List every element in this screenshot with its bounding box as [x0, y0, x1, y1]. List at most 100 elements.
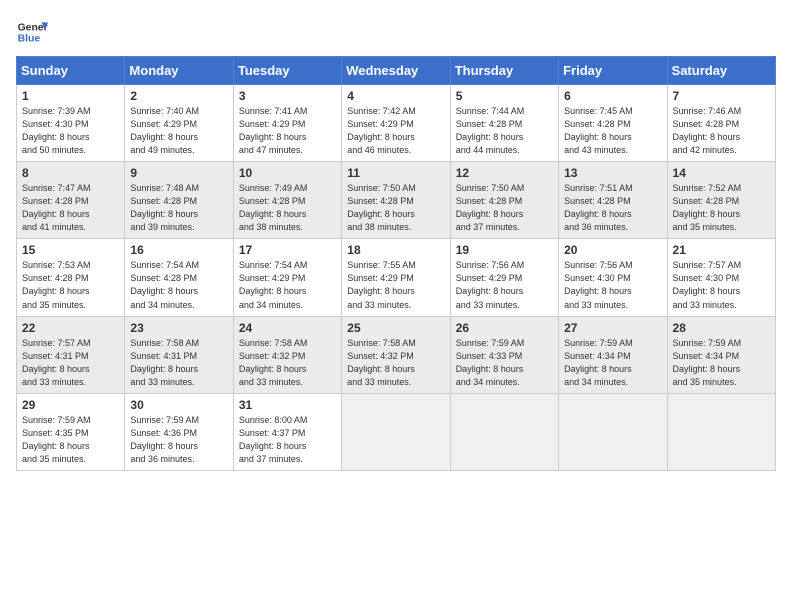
calendar-cell: 25Sunrise: 7:58 AM Sunset: 4:32 PM Dayli… [342, 316, 450, 393]
day-info: Sunrise: 7:50 AM Sunset: 4:28 PM Dayligh… [347, 182, 444, 234]
day-number: 29 [22, 398, 119, 412]
calendar-week-row: 22 Sunrise: 7:57 AM Sunset: 4:31 PM Dayli… [17, 316, 776, 393]
calendar-cell: 9Sunrise: 7:48 AM Sunset: 4:28 PM Daylig… [125, 162, 233, 239]
calendar-cell: 11 Sunrise: 7:50 AM Sunset: 4:28 PM Dayli… [342, 162, 450, 239]
day-info: Sunrise: 7:56 AM Sunset: 4:30 PM Dayligh… [564, 259, 661, 311]
calendar-week-row: 29Sunrise: 7:59 AM Sunset: 4:35 PM Dayli… [17, 393, 776, 470]
day-number: 16 [130, 243, 227, 257]
calendar: SundayMondayTuesdayWednesdayThursdayFrid… [16, 56, 776, 471]
calendar-cell: 24 Sunrise: 7:58 AM Sunset: 4:32 PM Dayli… [233, 316, 341, 393]
day-info: Sunrise: 7:41 AM Sunset: 4:29 PM Dayligh… [239, 105, 336, 157]
day-number: 28 [673, 321, 770, 335]
calendar-cell: 10Sunrise: 7:49 AM Sunset: 4:28 PM Dayli… [233, 162, 341, 239]
day-number: 7 [673, 89, 770, 103]
day-header-tuesday: Tuesday [233, 57, 341, 85]
day-info: Sunrise: 7:53 AM Sunset: 4:28 PM Dayligh… [22, 259, 119, 311]
calendar-cell: 27 Sunrise: 7:59 AM Sunset: 4:34 PM Dayli… [559, 316, 667, 393]
calendar-cell: 7Sunrise: 7:46 AM Sunset: 4:28 PM Daylig… [667, 85, 775, 162]
calendar-cell: 4 Sunrise: 7:42 AM Sunset: 4:29 PM Daylig… [342, 85, 450, 162]
day-info: Sunrise: 7:42 AM Sunset: 4:29 PM Dayligh… [347, 105, 444, 157]
calendar-cell: 14 Sunrise: 7:52 AM Sunset: 4:28 PM Dayli… [667, 162, 775, 239]
day-number: 26 [456, 321, 553, 335]
day-info: Sunrise: 7:56 AM Sunset: 4:29 PM Dayligh… [456, 259, 553, 311]
calendar-cell: 31 Sunrise: 8:00 AM Sunset: 4:37 PM Dayli… [233, 393, 341, 470]
day-header-monday: Monday [125, 57, 233, 85]
calendar-header-row: SundayMondayTuesdayWednesdayThursdayFrid… [17, 57, 776, 85]
day-number: 12 [456, 166, 553, 180]
calendar-cell: 20 Sunrise: 7:56 AM Sunset: 4:30 PM Dayli… [559, 239, 667, 316]
day-info: Sunrise: 7:40 AM Sunset: 4:29 PM Dayligh… [130, 105, 227, 157]
day-info: Sunrise: 7:50 AM Sunset: 4:28 PM Dayligh… [456, 182, 553, 234]
day-info: Sunrise: 7:49 AM Sunset: 4:28 PM Dayligh… [239, 182, 336, 234]
day-number: 11 [347, 166, 444, 180]
day-number: 27 [564, 321, 661, 335]
day-number: 21 [673, 243, 770, 257]
logo-icon: General Blue [16, 16, 48, 48]
day-number: 17 [239, 243, 336, 257]
day-number: 24 [239, 321, 336, 335]
calendar-cell: 21 Sunrise: 7:57 AM Sunset: 4:30 PM Dayli… [667, 239, 775, 316]
day-info: Sunrise: 7:45 AM Sunset: 4:28 PM Dayligh… [564, 105, 661, 157]
day-info: Sunrise: 7:44 AM Sunset: 4:28 PM Dayligh… [456, 105, 553, 157]
calendar-cell: 18 Sunrise: 7:55 AM Sunset: 4:29 PM Dayli… [342, 239, 450, 316]
day-number: 18 [347, 243, 444, 257]
day-info: Sunrise: 7:52 AM Sunset: 4:28 PM Dayligh… [673, 182, 770, 234]
calendar-cell: 2 Sunrise: 7:40 AM Sunset: 4:29 PM Daylig… [125, 85, 233, 162]
calendar-cell: 8 Sunrise: 7:47 AM Sunset: 4:28 PM Daylig… [17, 162, 125, 239]
day-info: Sunrise: 7:59 AM Sunset: 4:34 PM Dayligh… [564, 337, 661, 389]
calendar-cell [342, 393, 450, 470]
day-number: 19 [456, 243, 553, 257]
calendar-week-row: 1Sunrise: 7:39 AM Sunset: 4:30 PM Daylig… [17, 85, 776, 162]
day-info: Sunrise: 7:59 AM Sunset: 4:33 PM Dayligh… [456, 337, 553, 389]
calendar-week-row: 15 Sunrise: 7:53 AM Sunset: 4:28 PM Dayli… [17, 239, 776, 316]
day-header-friday: Friday [559, 57, 667, 85]
calendar-cell: 15 Sunrise: 7:53 AM Sunset: 4:28 PM Dayli… [17, 239, 125, 316]
day-header-wednesday: Wednesday [342, 57, 450, 85]
svg-text:Blue: Blue [18, 34, 41, 45]
day-number: 5 [456, 89, 553, 103]
day-number: 23 [130, 321, 227, 335]
day-info: Sunrise: 7:57 AM Sunset: 4:31 PM Dayligh… [22, 337, 119, 389]
day-number: 20 [564, 243, 661, 257]
calendar-cell: 30 Sunrise: 7:59 AM Sunset: 4:36 PM Dayli… [125, 393, 233, 470]
day-number: 9 [130, 166, 227, 180]
calendar-cell: 5 Sunrise: 7:44 AM Sunset: 4:28 PM Daylig… [450, 85, 558, 162]
day-number: 13 [564, 166, 661, 180]
calendar-week-row: 8 Sunrise: 7:47 AM Sunset: 4:28 PM Daylig… [17, 162, 776, 239]
calendar-cell [667, 393, 775, 470]
calendar-cell: 19 Sunrise: 7:56 AM Sunset: 4:29 PM Dayli… [450, 239, 558, 316]
calendar-cell: 16Sunrise: 7:54 AM Sunset: 4:28 PM Dayli… [125, 239, 233, 316]
logo: General Blue [16, 16, 48, 48]
header: General Blue [16, 16, 776, 48]
calendar-cell [450, 393, 558, 470]
day-number: 30 [130, 398, 227, 412]
day-info: Sunrise: 7:39 AM Sunset: 4:30 PM Dayligh… [22, 105, 119, 157]
day-number: 14 [673, 166, 770, 180]
calendar-cell: 1Sunrise: 7:39 AM Sunset: 4:30 PM Daylig… [17, 85, 125, 162]
calendar-cell: 28 Sunrise: 7:59 AM Sunset: 4:34 PM Dayli… [667, 316, 775, 393]
day-info: Sunrise: 7:47 AM Sunset: 4:28 PM Dayligh… [22, 182, 119, 234]
day-number: 22 [22, 321, 119, 335]
day-number: 2 [130, 89, 227, 103]
day-info: Sunrise: 7:59 AM Sunset: 4:34 PM Dayligh… [673, 337, 770, 389]
calendar-cell: 23 Sunrise: 7:58 AM Sunset: 4:31 PM Dayli… [125, 316, 233, 393]
day-info: Sunrise: 7:57 AM Sunset: 4:30 PM Dayligh… [673, 259, 770, 311]
day-info: Sunrise: 7:58 AM Sunset: 4:32 PM Dayligh… [239, 337, 336, 389]
day-info: Sunrise: 7:59 AM Sunset: 4:36 PM Dayligh… [130, 414, 227, 466]
day-number: 4 [347, 89, 444, 103]
calendar-cell: 12 Sunrise: 7:50 AM Sunset: 4:28 PM Dayli… [450, 162, 558, 239]
day-number: 31 [239, 398, 336, 412]
calendar-cell: 22 Sunrise: 7:57 AM Sunset: 4:31 PM Dayli… [17, 316, 125, 393]
day-info: Sunrise: 8:00 AM Sunset: 4:37 PM Dayligh… [239, 414, 336, 466]
day-info: Sunrise: 7:54 AM Sunset: 4:29 PM Dayligh… [239, 259, 336, 311]
calendar-cell: 17 Sunrise: 7:54 AM Sunset: 4:29 PM Dayli… [233, 239, 341, 316]
day-number: 8 [22, 166, 119, 180]
calendar-cell: 26 Sunrise: 7:59 AM Sunset: 4:33 PM Dayli… [450, 316, 558, 393]
day-header-thursday: Thursday [450, 57, 558, 85]
calendar-cell: 6Sunrise: 7:45 AM Sunset: 4:28 PM Daylig… [559, 85, 667, 162]
day-number: 25 [347, 321, 444, 335]
day-number: 15 [22, 243, 119, 257]
day-info: Sunrise: 7:55 AM Sunset: 4:29 PM Dayligh… [347, 259, 444, 311]
day-info: Sunrise: 7:58 AM Sunset: 4:31 PM Dayligh… [130, 337, 227, 389]
calendar-cell: 3Sunrise: 7:41 AM Sunset: 4:29 PM Daylig… [233, 85, 341, 162]
